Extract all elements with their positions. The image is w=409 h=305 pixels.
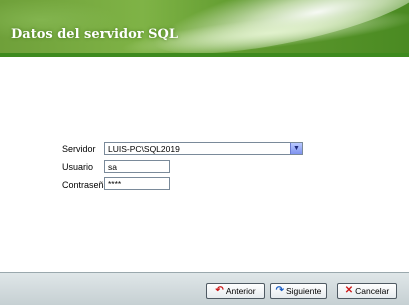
page-title: Datos del servidor SQL: [11, 27, 178, 42]
contrasena-input[interactable]: [104, 177, 170, 190]
header-banner: Datos del servidor SQL: [0, 0, 409, 57]
servidor-label: Servidor: [62, 144, 96, 154]
servidor-value: LUIS-PC\SQL2019: [108, 144, 180, 154]
redo-arrow-icon: ↷: [275, 285, 284, 296]
siguiente-button[interactable]: ↷ Siguiente: [270, 283, 327, 299]
usuario-input[interactable]: [104, 160, 170, 173]
dropdown-arrow-icon[interactable]: ▼: [290, 143, 302, 154]
x-icon: ✕: [344, 285, 354, 296]
cancelar-label: Cancelar: [355, 286, 390, 296]
undo-arrow-icon: ↶: [215, 285, 224, 296]
siguiente-label: Siguiente: [285, 286, 322, 296]
contrasena-label: Contraseña: [62, 180, 109, 190]
cancelar-button[interactable]: ✕ Cancelar: [337, 283, 397, 299]
anterior-label: Anterior: [225, 286, 256, 296]
anterior-button[interactable]: ↶ Anterior: [206, 283, 265, 299]
usuario-label: Usuario: [62, 162, 94, 172]
banner-stripe: [0, 53, 409, 57]
servidor-combobox[interactable]: LUIS-PC\SQL2019 ▼: [104, 142, 303, 155]
